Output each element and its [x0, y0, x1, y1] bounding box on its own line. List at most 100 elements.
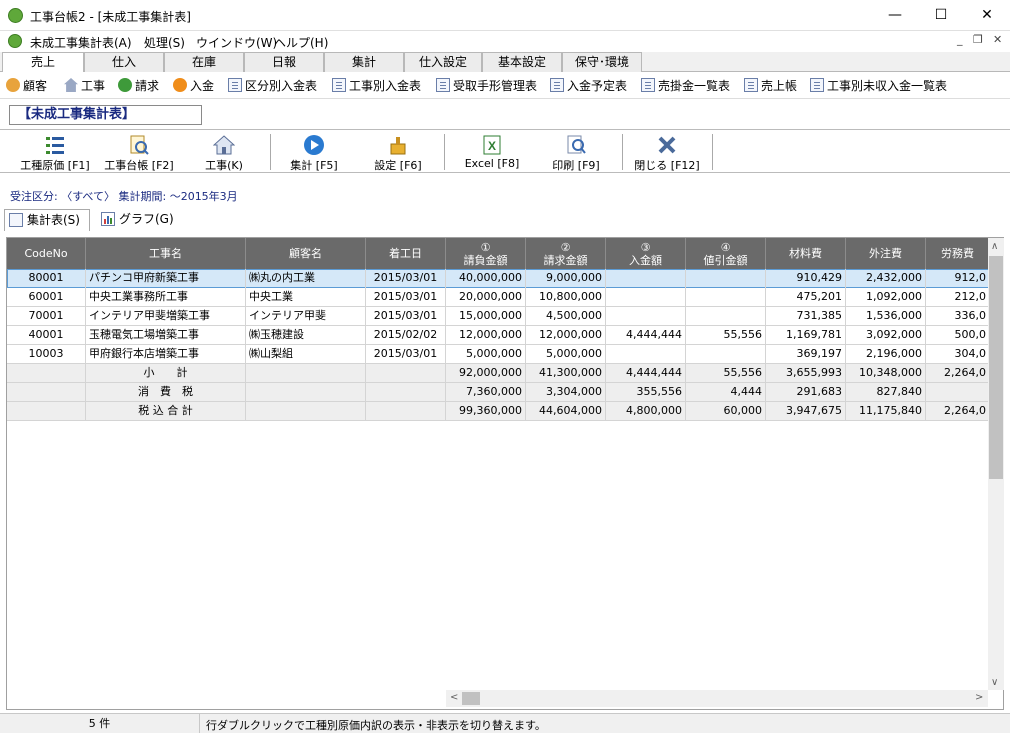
table-cell: 40001 [7, 326, 86, 345]
table-cell: 小 計 [86, 364, 246, 383]
column-header[interactable]: ④ 値引金額 [686, 238, 766, 269]
table-cell: 55,556 [686, 364, 766, 383]
summary-grid: CodeNo 工事名 顧客名 着工日 ① 請負金額 ② 請求金額 ③ 入金額 ④ 値引金額 材料費 外注費… [6, 237, 1004, 710]
mdi-minimize-button[interactable]: _ [957, 33, 963, 46]
excel-button[interactable]: X Excel [F8] [454, 130, 530, 174]
column-header[interactable]: ① 請負金額 [446, 238, 526, 269]
toolbar-separator [712, 134, 713, 170]
table-row[interactable]: 80001 パチンコ甲府新築工事 ㈱丸の内工業 2015/03/01 40,000,00… [7, 269, 990, 288]
tab-daily[interactable]: 日報 [244, 52, 324, 72]
table-cell: 20,000,000 [446, 288, 526, 307]
scroll-up-arrow[interactable]: ∧ [991, 241, 998, 252]
settings-button[interactable]: 設定 [F6] [360, 130, 436, 174]
nav-customer[interactable]: 顧客 [6, 77, 47, 95]
tab-graph[interactable]: グラフ(G) [97, 209, 183, 231]
record-count: 5 件 [0, 714, 200, 733]
column-header[interactable]: ② 請求金額 [526, 238, 606, 269]
tab-aggregate[interactable]: 集計 [324, 52, 404, 72]
table-cell: 3,304,000 [526, 383, 606, 402]
column-header[interactable]: 工事名 [86, 238, 246, 269]
tab-purchase[interactable]: 仕入 [84, 52, 164, 72]
summary-row[interactable]: 税 込 合 計 99,360,000 44,604,000 4,800,000 60,0… [7, 402, 990, 421]
menu-item-window[interactable]: ウインドウ(W) [196, 34, 277, 51]
table-row[interactable]: 70001 インテリア甲斐増築工事 インテリア甲斐 2015/03/01 15,000,… [7, 307, 990, 326]
nav-payment[interactable]: 入金 [173, 77, 214, 95]
nav-bills-receivable[interactable]: 受取手形管理表 [436, 77, 537, 95]
column-header[interactable]: ③ 入金額 [606, 238, 686, 269]
column-header[interactable]: 着工日 [366, 238, 446, 269]
table-cell: 336,0 [926, 307, 990, 326]
column-header[interactable]: CodeNo [7, 238, 86, 269]
nav-billing[interactable]: 請求 [118, 77, 159, 95]
nav-project[interactable]: 工事 [64, 77, 105, 95]
tab-stock[interactable]: 在庫 [164, 52, 244, 72]
mdi-close-button[interactable]: ✕ [993, 33, 1002, 46]
close-report-button[interactable]: 閉じる [F12] [628, 130, 706, 174]
column-header-number: ① [480, 240, 491, 254]
menu-item-process[interactable]: 処理(S) [144, 34, 185, 51]
tab-maintenance[interactable]: 保守･環境 [562, 52, 642, 72]
scroll-left-arrow[interactable]: < [450, 692, 458, 703]
table-row[interactable]: 40001 玉穂電気工場増築工事 ㈱玉穂建設 2015/02/02 12,000,000… [7, 326, 990, 345]
cost-by-type-button[interactable]: 工種原価 [F1] [14, 130, 96, 174]
tab-purchase-settings[interactable]: 仕入設定 [404, 52, 482, 72]
table-cell [246, 364, 366, 383]
document-icon [228, 78, 242, 92]
summary-row[interactable]: 消 費 税 7,360,000 3,304,000 355,556 4,444 291,6… [7, 383, 990, 402]
table-cell: 3,655,993 [766, 364, 846, 383]
column-header-label: 請求金額 [543, 253, 588, 267]
nav-project-payment[interactable]: 工事別入金表 [332, 77, 421, 95]
report-title-box: 【未成工事集計表】 [9, 105, 202, 125]
column-header[interactable]: 材料費 [766, 238, 846, 269]
table-cell [246, 402, 366, 421]
nav-sales-ledger[interactable]: 売上帳 [744, 77, 797, 95]
table-cell: 12,000,000 [446, 326, 526, 345]
table-row[interactable]: 60001 中央工業事務所工事 中央工業 2015/03/01 20,000,000 10… [7, 288, 990, 307]
table-cell: 税 込 合 計 [86, 402, 246, 421]
table-cell: 2,264,0 [926, 402, 990, 421]
table-cell: 玉穂電気工場増築工事 [86, 326, 246, 345]
table-cell: インテリア甲斐増築工事 [86, 307, 246, 326]
nav-uncollected-list[interactable]: 工事別未収入金一覧表 [810, 77, 947, 95]
print-button[interactable]: 印刷 [F9] [538, 130, 614, 174]
maximize-button[interactable]: ☐ [918, 0, 964, 31]
horizontal-scrollbar[interactable] [446, 690, 988, 707]
document-icon [810, 78, 824, 92]
minimize-button[interactable]: — [872, 0, 918, 31]
payment-icon [173, 78, 187, 92]
mdi-restore-button[interactable]: ❐ [973, 33, 983, 46]
tab-sales[interactable]: 売上 [2, 52, 84, 73]
tab-summary-table[interactable]: 集計表(S) [4, 209, 90, 231]
column-header-number: ③ [640, 240, 651, 254]
vertical-scroll-thumb[interactable] [989, 256, 1003, 479]
nav-receivables-list[interactable]: 売掛金一覧表 [641, 77, 730, 95]
table-cell [366, 364, 446, 383]
nav-payment-schedule[interactable]: 入金予定表 [550, 77, 627, 95]
column-header[interactable]: 顧客名 [246, 238, 366, 269]
document-icon [550, 78, 564, 92]
menu-item-report[interactable]: 未成工事集計表(A) [30, 34, 132, 51]
toolbar-separator [270, 134, 271, 170]
column-header[interactable]: 外注費 [846, 238, 926, 269]
nav-category-payment[interactable]: 区分別入金表 [228, 77, 317, 95]
horizontal-scroll-thumb[interactable] [462, 692, 480, 705]
table-cell: 2015/03/01 [366, 307, 446, 326]
table-cell: 355,556 [606, 383, 686, 402]
billing-icon [118, 78, 132, 92]
table-cell: 55,556 [686, 326, 766, 345]
menu-item-help[interactable]: ヘルプ(H) [274, 34, 328, 51]
column-header[interactable]: 労務費 [926, 238, 990, 269]
project-button[interactable]: 工事(K) [186, 130, 262, 174]
table-cell: 中央工業 [246, 288, 366, 307]
aggregate-button[interactable]: 集計 [F5] [276, 130, 352, 174]
table-cell: 2,196,000 [846, 345, 926, 364]
scroll-right-arrow[interactable]: > [975, 692, 983, 703]
window-title: 工事台帳2 - [未成工事集計表] [30, 10, 191, 24]
table-cell: 4,444,444 [606, 364, 686, 383]
project-ledger-button[interactable]: 工事台帳 [F2] [98, 130, 180, 174]
summary-row[interactable]: 小 計 92,000,000 41,300,000 4,444,444 55,556 3,… [7, 364, 990, 383]
table-row[interactable]: 10003 甲府銀行本店増築工事 ㈱山梨組 2015/03/01 5,000,000 5,… [7, 345, 990, 364]
scroll-down-arrow[interactable]: ∨ [991, 677, 998, 688]
tab-basic-settings[interactable]: 基本設定 [482, 52, 562, 72]
close-button[interactable]: ✕ [964, 0, 1010, 31]
